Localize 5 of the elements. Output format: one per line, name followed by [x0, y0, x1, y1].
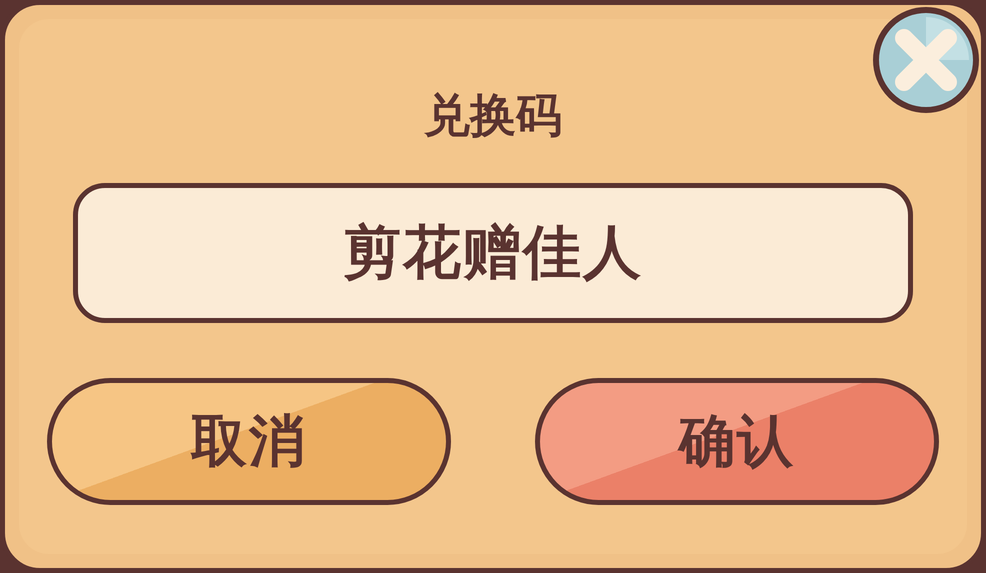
dialog-title: 兑换码 [424, 87, 562, 143]
cancel-button[interactable]: 取消 [47, 378, 451, 505]
close-icon[interactable] [871, 5, 981, 115]
code-field[interactable]: 剪花赠佳人 [73, 183, 913, 323]
confirm-button[interactable]: 确认 [535, 378, 939, 505]
